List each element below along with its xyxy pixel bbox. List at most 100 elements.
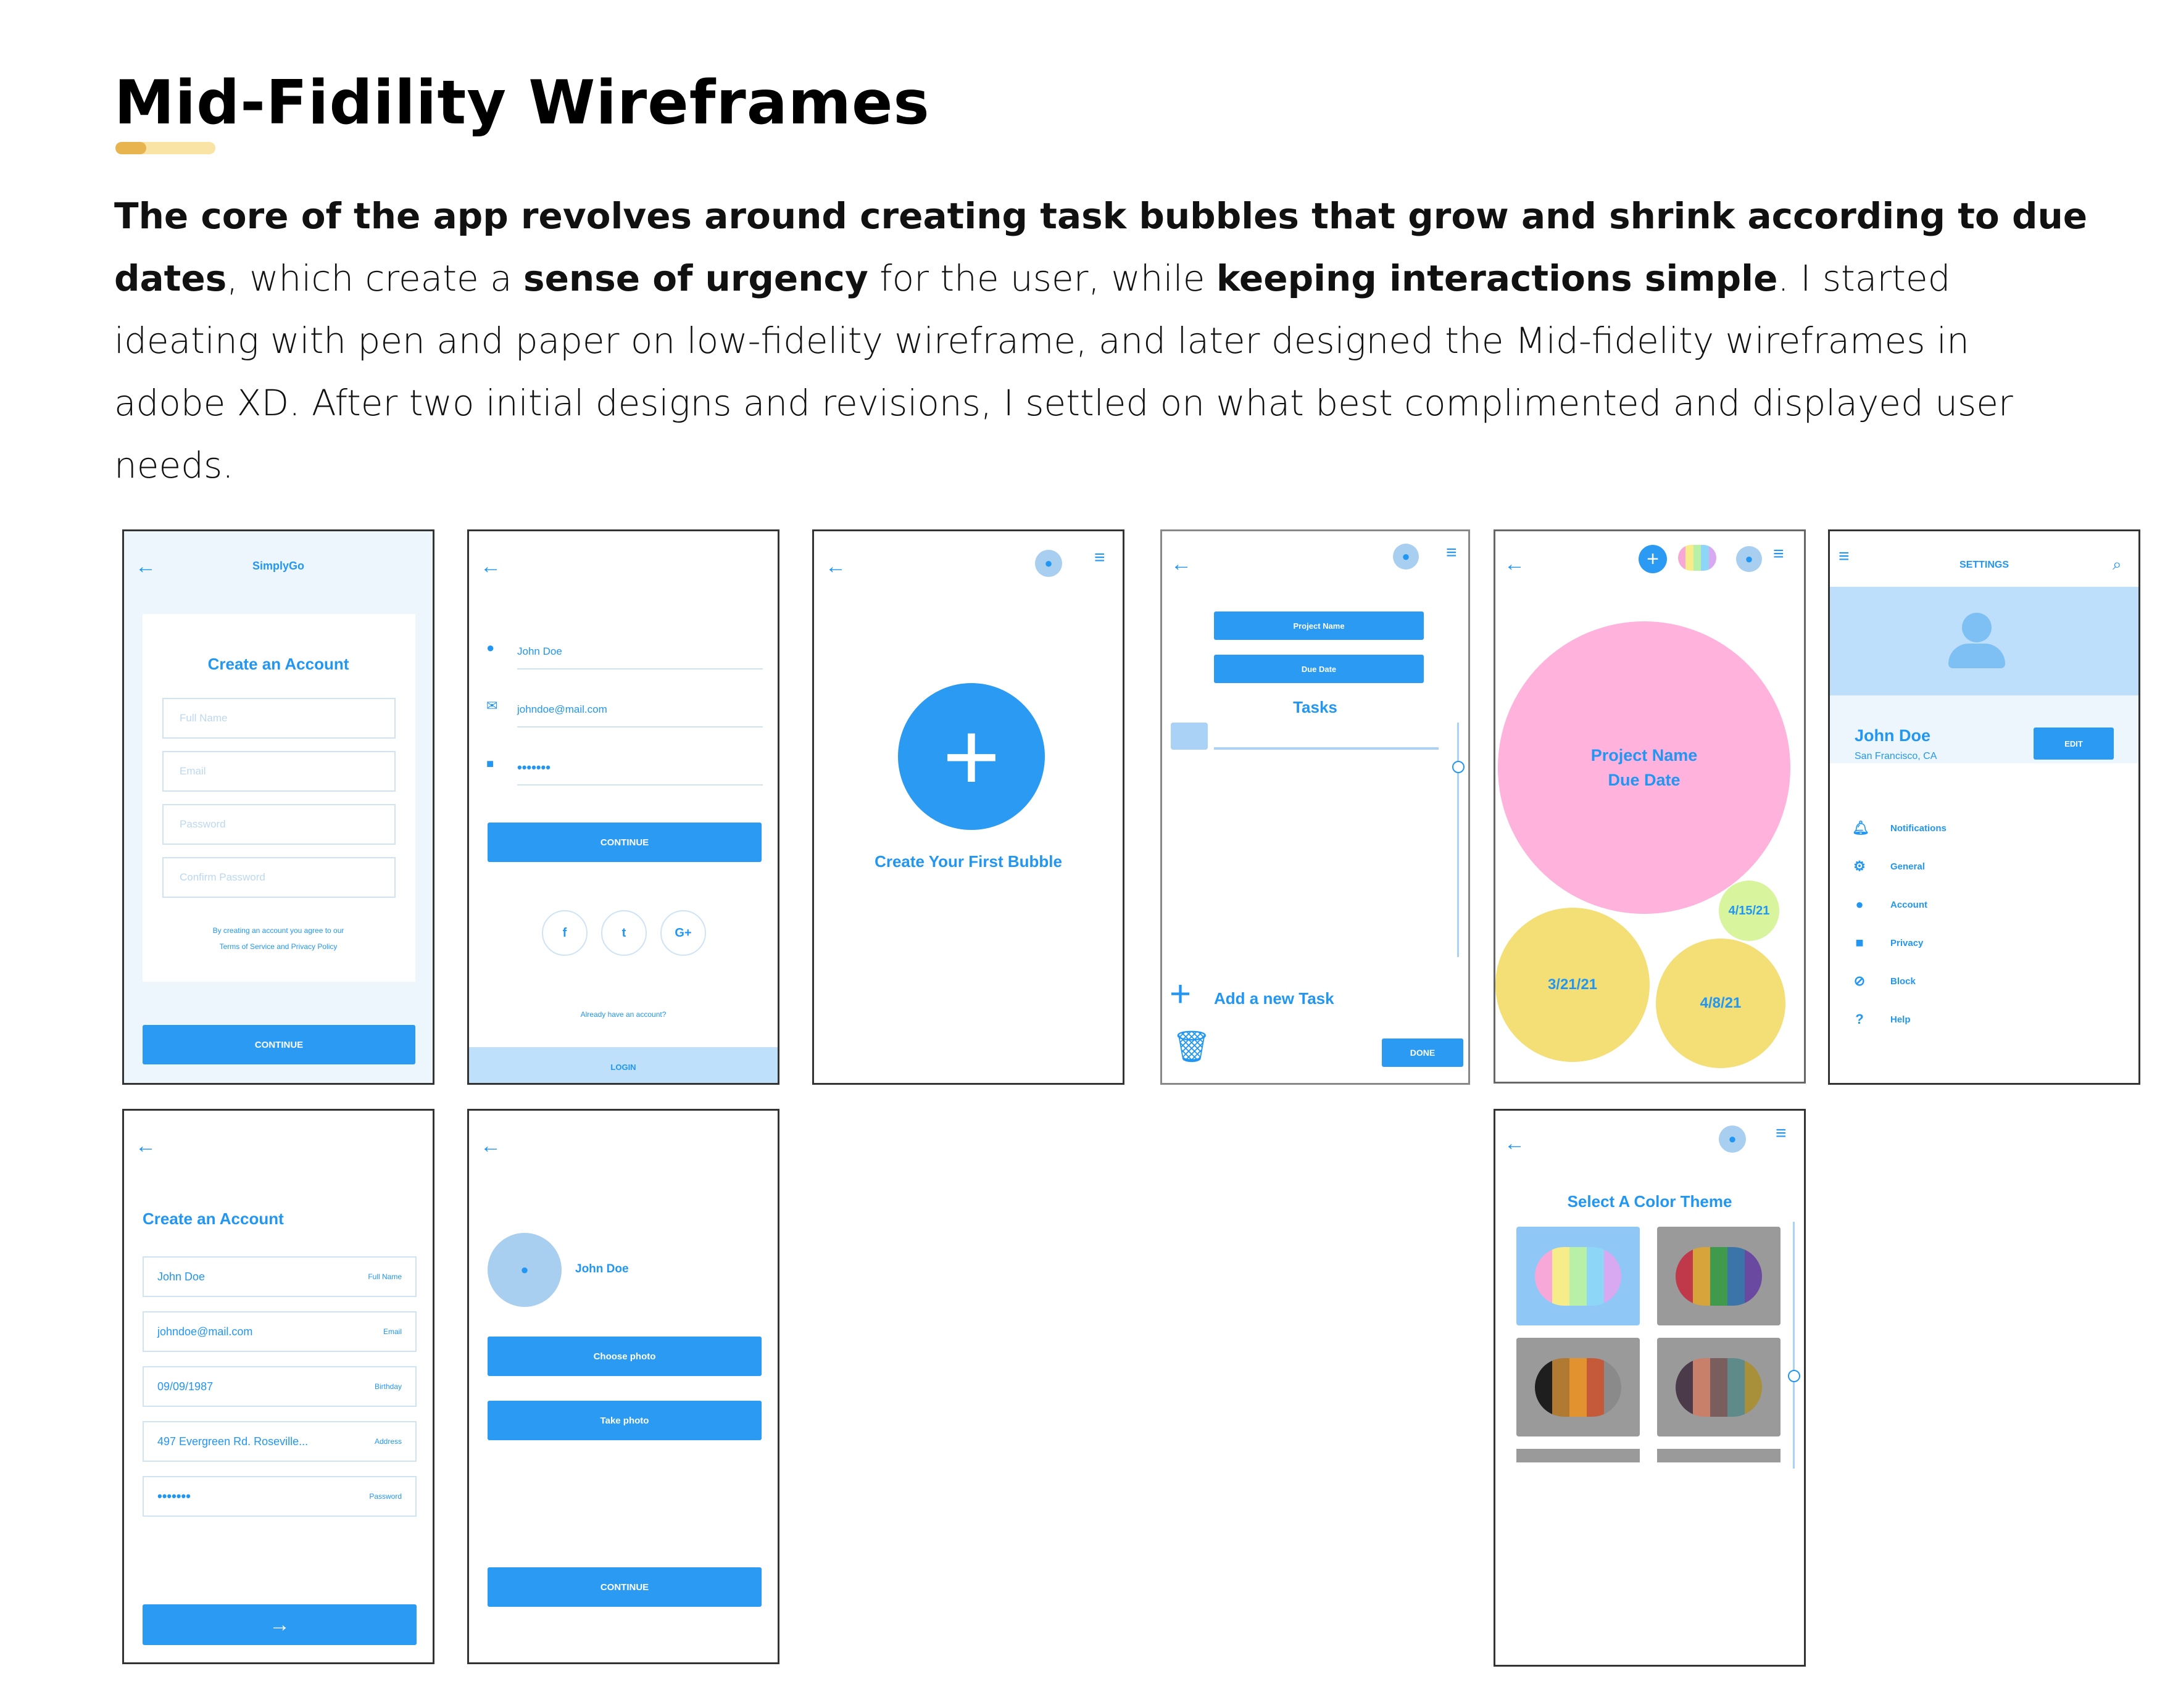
screen-bubbles: ← + ● ≡ Project Name Due Date 3/21/21 4/…: [1494, 529, 1806, 1084]
theme-option-partial-1[interactable]: [1516, 1449, 1640, 1462]
settings-item-general[interactable]: ⚙ General: [1852, 858, 1925, 874]
confirm-password-field[interactable]: Confirm Password: [162, 857, 396, 898]
email-field[interactable]: Email: [162, 751, 396, 792]
back-arrow-icon[interactable]: ←: [1171, 552, 1192, 576]
profile-avatar-icon[interactable]: ●: [488, 1233, 562, 1307]
birthday-field[interactable]: 09/09/1987 Birthday: [143, 1366, 417, 1407]
password-field[interactable]: ••••••• Password: [143, 1476, 417, 1517]
mail-icon: ✉: [486, 698, 498, 713]
field-value: 497 Evergreen Rd. Roseville...: [157, 1435, 309, 1448]
password-field[interactable]: Password: [162, 804, 396, 845]
project-bubble-big[interactable]: Project Name Due Date: [1498, 621, 1790, 914]
form-heading: Create an Account: [207, 655, 349, 673]
continue-button[interactable]: CONTINUE: [488, 1567, 762, 1607]
settings-item-help[interactable]: ? Help: [1852, 1011, 1910, 1027]
scroll-handle[interactable]: [1788, 1370, 1800, 1382]
scroll-track[interactable]: [1793, 1222, 1795, 1469]
full-name-field[interactable]: Full Name: [162, 698, 396, 739]
edit-button[interactable]: EDIT: [2034, 728, 2114, 760]
avatar-icon[interactable]: ●: [1035, 550, 1062, 577]
take-photo-button[interactable]: Take photo: [488, 1401, 762, 1440]
field-label: Full Name: [368, 1272, 402, 1281]
facebook-icon[interactable]: f: [542, 910, 588, 956]
back-arrow-icon[interactable]: ←: [1504, 1132, 1525, 1156]
continue-button[interactable]: CONTINUE: [488, 823, 762, 862]
description-text-1: , which create a: [226, 257, 524, 299]
theme-option-vivid[interactable]: [1657, 1227, 1781, 1325]
full-name-field[interactable]: John Doe Full Name: [143, 1256, 417, 1297]
theme-option-earth[interactable]: [1516, 1338, 1640, 1436]
scroll-handle[interactable]: [1452, 761, 1465, 773]
search-icon[interactable]: ⌕: [2113, 555, 2122, 574]
task-bubble-3-21[interactable]: 3/21/21: [1495, 908, 1650, 1062]
password-field[interactable]: •••••••: [517, 751, 763, 786]
help-icon: ?: [1855, 1011, 1864, 1027]
back-arrow-icon[interactable]: ←: [1504, 552, 1525, 576]
task-bubble-4-15[interactable]: 4/15/21: [1719, 881, 1779, 941]
settings-item-label: Privacy: [1890, 937, 1924, 948]
email-field[interactable]: johndoe@mail.com Email: [143, 1311, 417, 1352]
next-arrow-button[interactable]: →: [143, 1604, 417, 1645]
twitter-icon[interactable]: t: [601, 910, 647, 956]
address-field[interactable]: 497 Evergreen Rd. Roseville... Address: [143, 1421, 417, 1462]
page-title: Mid-Fidility Wireframes: [114, 68, 930, 138]
trash-icon[interactable]: 🗑: [1172, 1031, 1211, 1062]
rainbow-theme-icon[interactable]: [1678, 545, 1716, 571]
continue-button[interactable]: CONTINUE: [143, 1025, 415, 1064]
task-bubble-4-8[interactable]: 4/8/21: [1656, 939, 1785, 1068]
menu-icon[interactable]: ≡: [1773, 544, 1784, 565]
back-arrow-icon[interactable]: ←: [480, 555, 501, 579]
theme-option-pastel[interactable]: [1516, 1227, 1640, 1325]
field-value: •••••••: [157, 1488, 191, 1504]
block-icon: ⊘: [1853, 973, 1866, 989]
screen-profile-photo: ← ● John Doe Choose photo Take photo CON…: [467, 1109, 779, 1664]
back-arrow-icon[interactable]: ←: [135, 1134, 156, 1158]
screen-color-theme: ← ● ≡ Select A Color Theme: [1494, 1109, 1806, 1667]
scroll-track[interactable]: [1457, 723, 1459, 957]
menu-icon[interactable]: ≡: [1446, 542, 1457, 563]
settings-item-account[interactable]: ● Account: [1852, 897, 1927, 913]
add-task-text[interactable]: Add a new Task: [1214, 989, 1334, 1008]
description-text-2: for the user, while: [868, 257, 1216, 299]
profile-name: John Doe: [575, 1262, 629, 1275]
screen-create-account-2: ← Create an Account John Doe Full Name jo…: [122, 1109, 434, 1664]
theme-option-partial-2[interactable]: [1657, 1449, 1781, 1462]
avatar-icon[interactable]: ●: [1393, 544, 1419, 570]
already-have-account-link[interactable]: Already have an account?: [469, 1010, 778, 1019]
big-bubble-date: Due Date: [1608, 771, 1681, 789]
choose-photo-button[interactable]: Choose photo: [488, 1337, 762, 1376]
due-date-field[interactable]: Due Date: [1214, 655, 1424, 683]
settings-item-label: Notifications: [1890, 823, 1947, 834]
task-color-swatch[interactable]: [1171, 723, 1208, 750]
plus-icon[interactable]: +: [1170, 976, 1191, 1013]
settings-item-privacy[interactable]: ■ Privacy: [1852, 935, 1923, 951]
theme-option-muted[interactable]: [1657, 1338, 1781, 1436]
field-value: John Doe: [157, 1270, 206, 1283]
settings-item-label: Account: [1890, 899, 1927, 910]
done-button[interactable]: DONE: [1382, 1038, 1463, 1067]
screen-first-bubble: ← ● ≡ + Create Your First Bubble: [812, 529, 1124, 1085]
screen-login-details: ← ● John Doe ✉ johndoe@mail.com ■ ••••••…: [467, 529, 779, 1085]
google-plus-icon[interactable]: G+: [660, 910, 706, 956]
person-icon: ●: [1855, 897, 1864, 912]
avatar-icon[interactable]: ●: [1736, 546, 1762, 572]
screen-create-account-1: ← SimplyGo Create an Account Full Name E…: [122, 529, 434, 1085]
email-field[interactable]: johndoe@mail.com: [517, 693, 763, 728]
menu-icon[interactable]: ≡: [1776, 1123, 1787, 1144]
settings-item-block[interactable]: ⊘ Block: [1852, 973, 1916, 989]
task-input-line[interactable]: [1214, 747, 1439, 750]
add-icon[interactable]: +: [1639, 545, 1667, 573]
name-field[interactable]: John Doe: [517, 635, 763, 670]
terms-link[interactable]: Terms of Service and Privacy Policy: [124, 942, 433, 951]
project-name-field[interactable]: Project Name: [1214, 611, 1424, 640]
lock-icon: ■: [1855, 935, 1864, 950]
menu-icon[interactable]: ≡: [1094, 547, 1105, 568]
terms-text-1: By creating an account you agree to our: [212, 926, 344, 935]
back-arrow-icon[interactable]: ←: [825, 555, 846, 579]
avatar-icon[interactable]: ●: [1719, 1126, 1746, 1153]
add-bubble-button[interactable]: +: [898, 683, 1045, 830]
login-bar[interactable]: LOGIN: [469, 1047, 778, 1083]
settings-item-notifications[interactable]: 🔔︎ Notifications: [1852, 820, 1947, 836]
profile-location: San Francisco, CA: [1855, 751, 1937, 761]
back-arrow-icon[interactable]: ←: [480, 1134, 501, 1158]
